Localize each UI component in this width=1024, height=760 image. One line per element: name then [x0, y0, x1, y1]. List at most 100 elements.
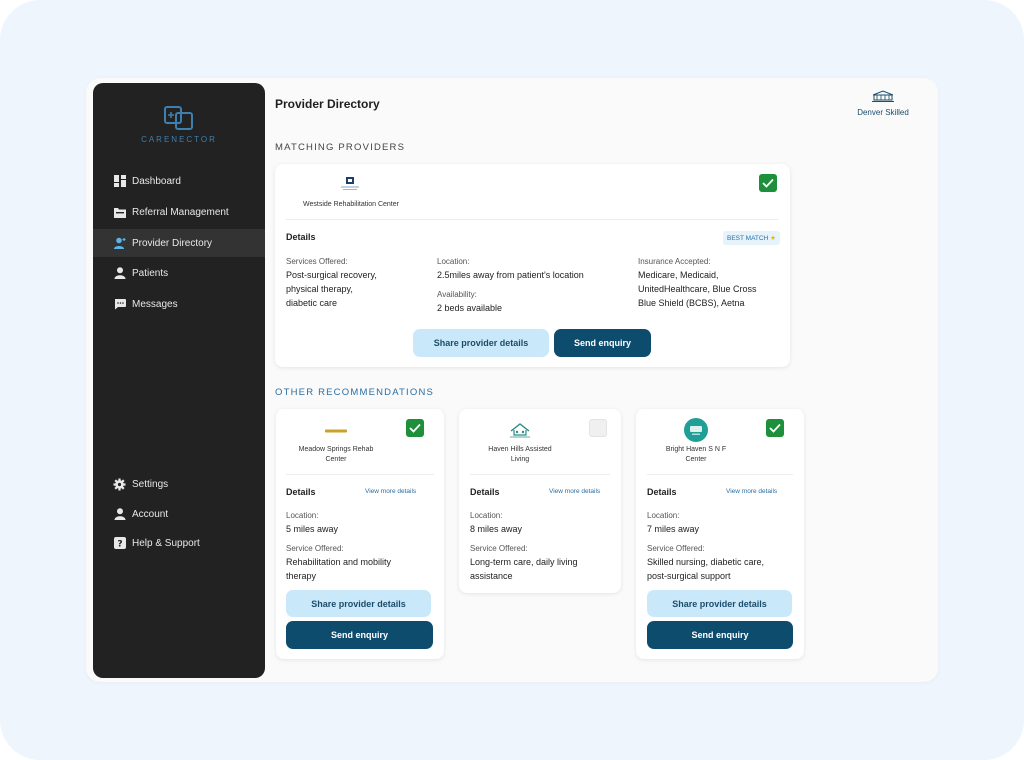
star-icon: ★	[770, 235, 776, 242]
insurance-line: Medicare, Medicaid,	[638, 270, 719, 280]
details-heading: Details	[470, 487, 500, 497]
service-label: Service Offered:	[647, 544, 705, 553]
select-checkbox[interactable]	[766, 419, 784, 437]
service-line: Rehabilitation and mobility	[286, 557, 392, 567]
sidebar-item-dashboard[interactable]: Dashboard	[93, 167, 265, 195]
user-profile[interactable]: Denver Skilled	[846, 90, 920, 117]
facility-logo-icon	[872, 90, 894, 102]
provider-name-line: Meadow Springs Rehab	[298, 446, 374, 453]
chat-icon	[113, 298, 126, 311]
check-icon	[409, 423, 421, 433]
sidebar-item-label: Referral Management	[132, 206, 229, 218]
share-provider-details-button[interactable]: Share provider details	[413, 329, 549, 357]
location-label: Location:	[437, 257, 470, 266]
provider-logo-icon	[325, 429, 347, 433]
provider-name-line: Center	[685, 456, 707, 463]
view-more-details-link[interactable]: View more details	[549, 488, 600, 495]
sidebar-item-label: Settings	[132, 478, 169, 490]
card-divider	[470, 474, 610, 475]
sidebar-item-patients[interactable]: Patients	[93, 259, 265, 287]
logo-text: CARENECTOR	[141, 135, 217, 144]
select-checkbox[interactable]	[759, 174, 777, 192]
provider-logo-icon	[510, 423, 530, 438]
services-line: Post-surgical recovery,	[286, 270, 377, 280]
app-logo: CARENECTOR	[93, 105, 265, 144]
send-enquiry-button[interactable]: Send enquiry	[554, 329, 651, 357]
sidebar-item-settings[interactable]: Settings	[93, 470, 265, 498]
services-value: Post-surgical recovery, physical therapy…	[286, 268, 416, 310]
insurance-label: Insurance Accepted:	[638, 257, 711, 266]
gear-icon	[113, 478, 126, 491]
dashboard-icon	[113, 175, 126, 188]
location-value: 2.5miles away from patient's location	[437, 270, 584, 280]
sidebar-item-help-support[interactable]: ? Help & Support	[93, 529, 265, 557]
user-name: Denver Skilled	[857, 108, 909, 117]
best-match-text: BEST MATCH	[727, 235, 769, 242]
services-line: diabetic care	[286, 298, 338, 308]
service-value: Skilled nursing, diabetic care, post-sur…	[647, 555, 797, 583]
sidebar-item-referral-management[interactable]: Referral Management	[93, 198, 265, 226]
sidebar-item-messages[interactable]: Messages	[93, 290, 265, 318]
provider-name: Bright Haven S N F Center	[650, 445, 742, 465]
service-line: Skilled nursing, diabetic care,	[647, 557, 765, 567]
provider-name: Meadow Springs Rehab Center	[290, 445, 382, 465]
check-icon	[762, 178, 774, 188]
service-label: Service Offered:	[286, 544, 344, 553]
availability-value: 2 beds available	[437, 303, 503, 313]
matching-section-label: MATCHING PROVIDERS	[275, 142, 406, 153]
folder-icon	[113, 206, 126, 219]
insurance-line: UnitedHealthcare, Blue Cross	[638, 284, 757, 294]
page-title: Provider Directory	[275, 97, 380, 111]
service-label: Service Offered:	[470, 544, 528, 553]
details-heading: Details	[647, 487, 677, 497]
sidebar-item-label: Messages	[132, 298, 178, 310]
location-value: 5 miles away	[286, 524, 339, 534]
card-divider	[286, 474, 434, 475]
send-enquiry-button[interactable]: Send enquiry	[286, 621, 433, 649]
check-icon	[769, 423, 781, 433]
view-more-details-link[interactable]: View more details	[365, 488, 416, 495]
recommendation-card: Haven Hills Assisted Living Details View…	[459, 409, 621, 593]
view-more-details-link[interactable]: View more details	[726, 488, 777, 495]
services-label: Services Offered:	[286, 257, 348, 266]
insurance-value: Medicare, Medicaid, UnitedHealthcare, Bl…	[638, 268, 783, 310]
sidebar-item-label: Help & Support	[132, 537, 200, 549]
provider-logo-icon	[341, 177, 359, 190]
service-line: post-surgical support	[647, 571, 731, 581]
best-match-badge: BEST MATCH ★	[723, 231, 780, 245]
service-line: Long-term care, daily living	[470, 557, 578, 567]
svg-text:?: ?	[117, 539, 122, 549]
select-checkbox[interactable]	[589, 419, 607, 437]
provider-name: Westside Rehabilitation Center	[303, 201, 399, 208]
sidebar-item-label: Patients	[132, 267, 169, 279]
user-plus-icon	[113, 237, 126, 250]
details-heading: Details	[286, 232, 316, 242]
sidebar-item-account[interactable]: Account	[93, 500, 265, 528]
share-provider-details-button[interactable]: Share provider details	[286, 590, 431, 617]
provider-name-line: Bright Haven S N F	[665, 446, 727, 453]
sidebar-item-label: Dashboard	[132, 175, 181, 187]
sidebar-item-label: Provider Directory	[132, 237, 213, 249]
help-icon: ?	[113, 537, 126, 550]
matching-provider-card: Westside Rehabilitation Center Details B…	[275, 164, 790, 367]
select-checkbox[interactable]	[406, 419, 424, 437]
recommendation-card: Meadow Springs Rehab Center Details View…	[276, 409, 444, 659]
service-value: Long-term care, daily living assistance	[470, 555, 618, 583]
service-line: therapy	[286, 571, 317, 581]
insurance-line: Blue Shield (BCBS), Aetna	[638, 298, 745, 308]
location-value: 8 miles away	[470, 524, 523, 534]
services-line: physical therapy,	[286, 284, 353, 294]
person-icon	[113, 508, 126, 521]
card-divider	[647, 474, 793, 475]
other-section-label: OTHER RECOMMENDATIONS	[275, 387, 435, 398]
person-icon	[113, 267, 126, 280]
service-line: assistance	[470, 571, 513, 581]
location-label: Location:	[647, 511, 680, 520]
location-label: Location:	[470, 511, 503, 520]
details-heading: Details	[286, 487, 316, 497]
availability-label: Availability:	[437, 290, 477, 299]
send-enquiry-button[interactable]: Send enquiry	[647, 621, 793, 649]
sidebar-item-provider-directory[interactable]: Provider Directory	[93, 229, 265, 257]
share-provider-details-button[interactable]: Share provider details	[647, 590, 792, 617]
provider-name-line: Haven Hills Assisted	[488, 446, 552, 453]
